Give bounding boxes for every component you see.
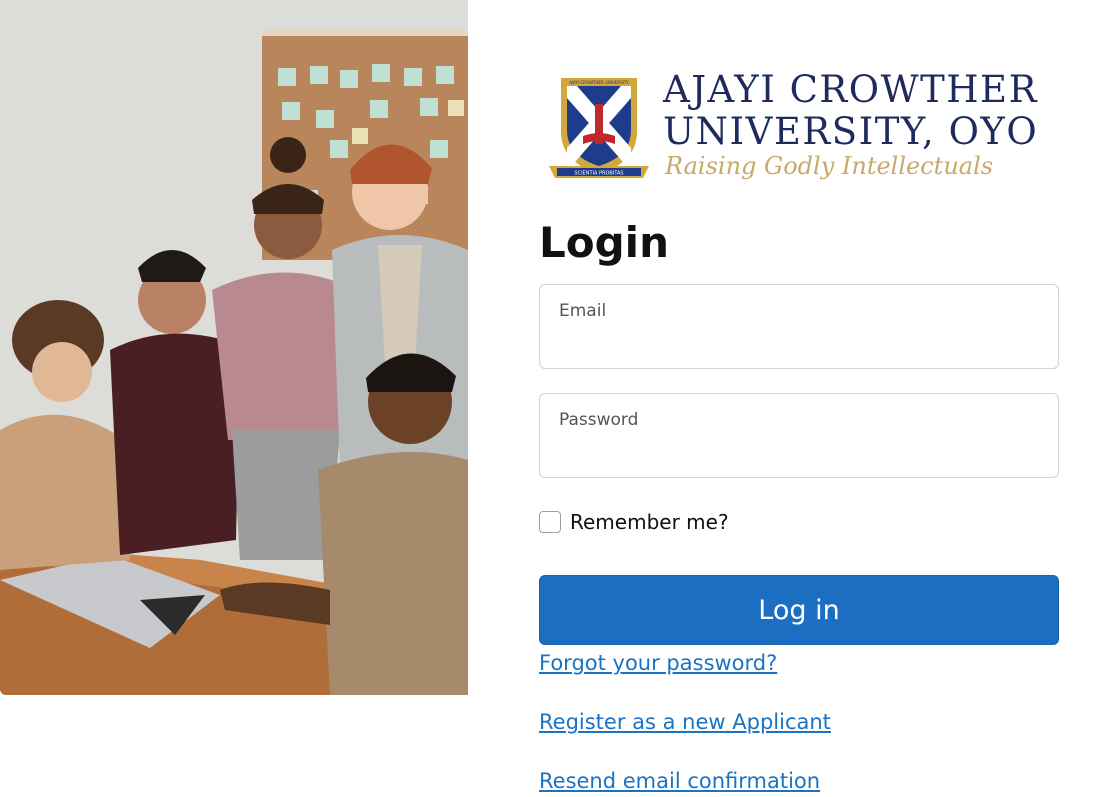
- resend-confirmation-link[interactable]: Resend email confirmation: [539, 769, 820, 793]
- remember-me[interactable]: Remember me?: [539, 509, 729, 535]
- svg-text:SCIENTIA PROBITAS: SCIENTIA PROBITAS: [574, 171, 623, 177]
- logo-line-1: AJAYI CROWTHER: [663, 68, 1038, 111]
- hero-photo: [0, 0, 468, 695]
- register-applicant-link[interactable]: Register as a new Applicant: [539, 710, 831, 734]
- logo-line-2: UNIVERSITY, OYO: [663, 110, 1039, 153]
- svg-text:AJAYI CROWTHER UNIVERSITY: AJAYI CROWTHER UNIVERSITY: [569, 80, 629, 85]
- login-button[interactable]: Log in: [539, 575, 1059, 645]
- email-input[interactable]: [558, 330, 1038, 358]
- university-crest-icon: SCIENTIA PROBITAS AJAYI CROWTHER UNIVERS…: [549, 78, 649, 178]
- forgot-password-link[interactable]: Forgot your password?: [539, 651, 777, 675]
- remember-me-checkbox[interactable]: [539, 511, 561, 533]
- email-field[interactable]: Email: [539, 284, 1059, 369]
- people-with-laptop-photo: [0, 0, 468, 695]
- page-title: Login: [539, 218, 669, 267]
- password-field[interactable]: Password: [539, 393, 1059, 478]
- password-label: Password: [559, 410, 639, 430]
- password-input[interactable]: [558, 439, 1038, 467]
- university-logo: SCIENTIA PROBITAS AJAYI CROWTHER UNIVERS…: [543, 68, 1055, 186]
- remember-me-label[interactable]: Remember me?: [570, 510, 729, 534]
- email-label: Email: [559, 301, 607, 321]
- logo-tagline: Raising Godly Intellectuals: [665, 152, 994, 180]
- login-panel: SCIENTIA PROBITAS AJAYI CROWTHER UNIVERS…: [539, 0, 1059, 797]
